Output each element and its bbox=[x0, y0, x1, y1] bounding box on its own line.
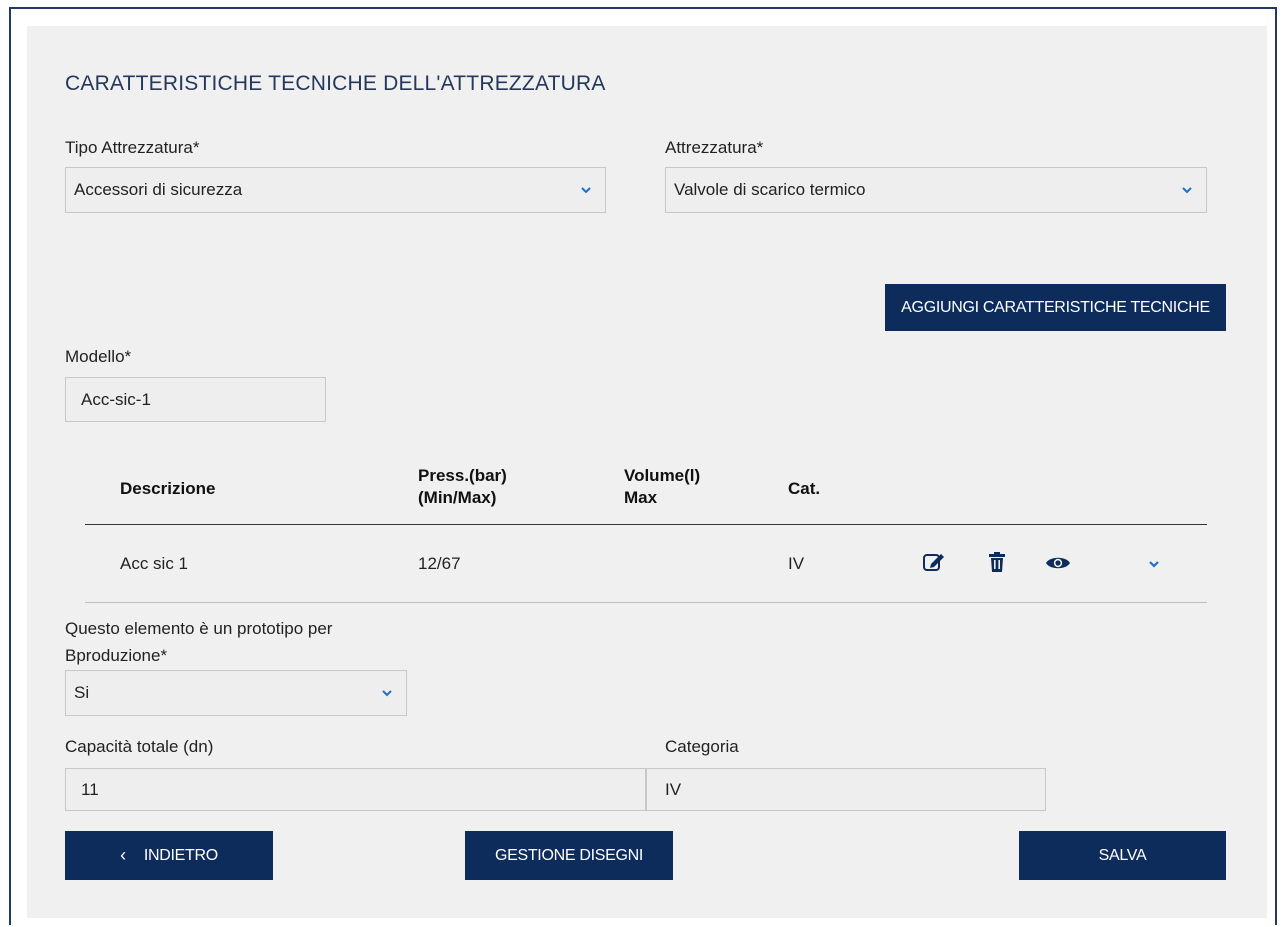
column-header-descrizione: Descrizione bbox=[120, 479, 216, 498]
column-header-press-line2: (Min/Max) bbox=[418, 488, 497, 507]
cell-descrizione: Acc sic 1 bbox=[120, 554, 189, 573]
add-technical-characteristics-button[interactable]: AGGIUNGI CARATTERISTICHE TECNICHE bbox=[885, 284, 1226, 331]
cell-press: 12/67 bbox=[418, 554, 461, 573]
prototipo-label-line2: Bproduzione* bbox=[65, 646, 168, 665]
back-button-label: INDIETRO bbox=[143, 846, 218, 864]
chevron-left-icon: ‹ bbox=[120, 845, 126, 865]
prototipo-label: Questo elemento è un prototipo per Bprod… bbox=[65, 615, 332, 669]
attrezzatura-label: Attrezzatura* bbox=[665, 138, 764, 157]
prototipo-select[interactable]: Si bbox=[65, 670, 407, 716]
categoria-label: Categoria bbox=[665, 737, 739, 756]
modello-label: Modello* bbox=[65, 347, 132, 366]
column-header-press: Press.(bar) (Min/Max) bbox=[418, 465, 507, 509]
prototipo-label-line1: Questo elemento è un prototipo per bbox=[65, 619, 333, 638]
eye-icon[interactable] bbox=[1045, 555, 1071, 571]
column-header-volume-line1: Volume(l) bbox=[624, 466, 701, 485]
attrezzatura-value: Valvole di scarico termico bbox=[674, 180, 866, 199]
trash-icon[interactable] bbox=[988, 551, 1006, 573]
prototipo-value: Si bbox=[74, 683, 90, 702]
column-header-cat: Cat. bbox=[788, 479, 821, 498]
table-header-divider bbox=[85, 524, 1207, 525]
save-button[interactable]: SALVA bbox=[1019, 831, 1226, 880]
expand-chevron-down-icon[interactable] bbox=[1146, 557, 1162, 571]
cell-cat: IV bbox=[788, 554, 805, 573]
column-header-press-line1: Press.(bar) bbox=[418, 466, 507, 485]
table-row-divider bbox=[85, 602, 1207, 603]
capacita-label: Capacità totale (dn) bbox=[65, 737, 214, 756]
chevron-down-icon bbox=[382, 690, 392, 697]
chevron-down-icon bbox=[581, 187, 591, 194]
chevron-down-icon bbox=[1182, 187, 1192, 194]
drawings-management-button[interactable]: GESTIONE DISEGNI bbox=[465, 831, 673, 880]
tipo-attrezzatura-value: Accessori di sicurezza bbox=[74, 180, 243, 199]
categoria-input[interactable]: IV bbox=[646, 768, 1046, 811]
edit-icon[interactable] bbox=[922, 551, 946, 573]
back-button[interactable]: ‹ INDIETRO bbox=[65, 831, 273, 880]
column-header-volume: Volume(l) Max bbox=[624, 465, 700, 509]
tipo-attrezzatura-select[interactable]: Accessori di sicurezza bbox=[65, 167, 606, 213]
attrezzatura-select[interactable]: Valvole di scarico termico bbox=[665, 167, 1207, 213]
modello-input[interactable]: Acc-sic-1 bbox=[65, 377, 326, 422]
column-header-volume-line2: Max bbox=[624, 488, 658, 507]
tipo-attrezzatura-label: Tipo Attrezzatura* bbox=[65, 138, 200, 157]
section-title: CARATTERISTICHE TECNICHE DELL'ATTREZZATU… bbox=[65, 72, 606, 95]
capacita-input[interactable]: 11 bbox=[65, 768, 646, 811]
